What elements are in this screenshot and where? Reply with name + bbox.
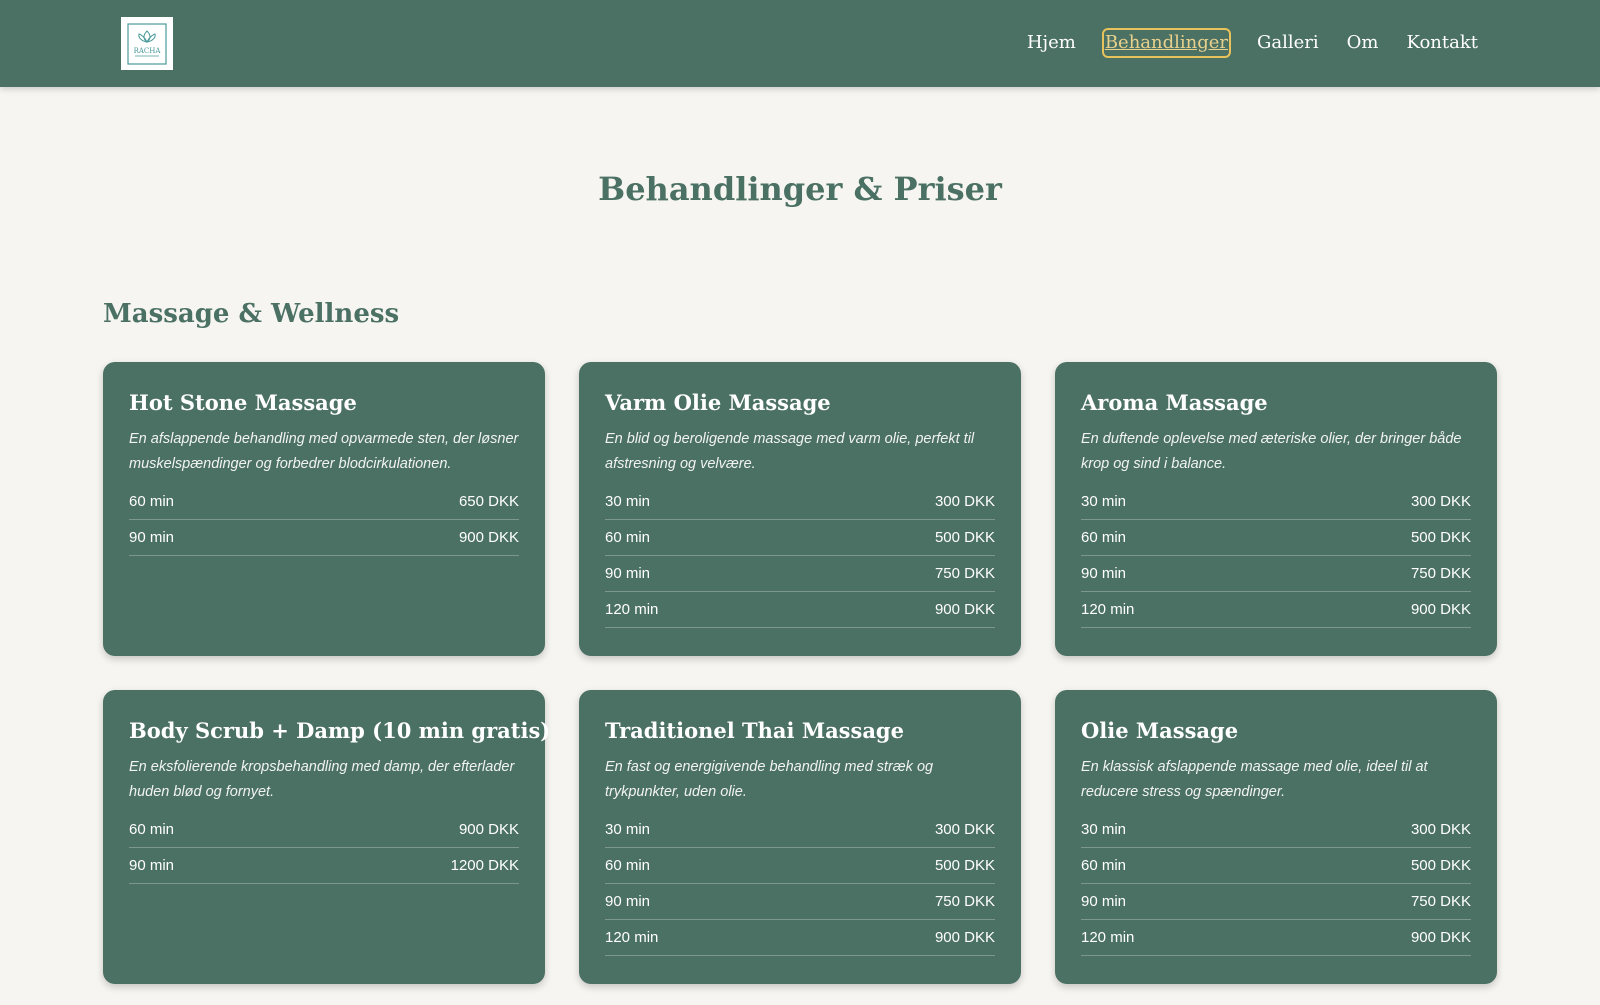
price: 300 DKK xyxy=(1410,821,1471,838)
duration: 60 min xyxy=(129,821,175,838)
duration: 60 min xyxy=(1081,857,1127,874)
section-title: Massage & Wellness xyxy=(103,299,400,329)
price-row: 120 min 900 DKK xyxy=(605,920,995,956)
price-list: 30 min 300 DKK 60 min 500 DKK 90 min 750… xyxy=(1081,812,1471,956)
price: 650 DKK xyxy=(458,493,519,510)
price: 500 DKK xyxy=(1410,529,1471,546)
price: 500 DKK xyxy=(934,857,995,874)
nav-link-behandlinger[interactable]: Behandlinger xyxy=(1101,28,1232,58)
duration: 60 min xyxy=(605,857,651,874)
duration: 90 min xyxy=(1081,565,1127,582)
price-row: 120 min 900 DKK xyxy=(1081,592,1471,628)
treatment-card: Body Scrub + Damp (10 min gratis) En eks… xyxy=(103,690,551,984)
treatment-title: Olie Massage xyxy=(1081,718,1239,743)
duration: 90 min xyxy=(129,529,175,546)
price-row: 90 min 750 DKK xyxy=(605,556,995,592)
nav-link-kontakt[interactable]: Kontakt xyxy=(1405,28,1481,58)
price: 1200 DKK xyxy=(450,857,519,874)
treatment-title: Body Scrub + Damp (10 min gratis) xyxy=(129,718,551,743)
price-list: 30 min 300 DKK 60 min 500 DKK 90 min 750… xyxy=(605,812,995,956)
duration: 120 min xyxy=(1081,601,1135,618)
treatment-description: En afslappende behandling med opvarmede … xyxy=(129,431,519,472)
price: 750 DKK xyxy=(1410,565,1471,582)
duration: 60 min xyxy=(605,529,651,546)
price-row: 120 min 900 DKK xyxy=(605,592,995,628)
price-row: 90 min 750 DKK xyxy=(1081,556,1471,592)
price: 500 DKK xyxy=(934,529,995,546)
duration: 60 min xyxy=(129,493,175,510)
price-row: 30 min 300 DKK xyxy=(1081,812,1471,848)
page-title: Behandlinger & Priser xyxy=(598,170,1002,208)
treatment-card: Hot Stone Massage En afslappende behandl… xyxy=(103,362,545,656)
nav-link-galleri[interactable]: Galleri xyxy=(1255,28,1321,58)
price-row: 60 min 500 DKK xyxy=(1081,520,1471,556)
duration: 30 min xyxy=(605,821,651,838)
price: 300 DKK xyxy=(1410,493,1471,510)
price-row: 90 min 750 DKK xyxy=(605,884,995,920)
treatment-title: Hot Stone Massage xyxy=(129,390,357,415)
duration: 30 min xyxy=(605,493,651,510)
treatment-description: En fast og energigivende behandling med … xyxy=(605,759,934,800)
price: 900 DKK xyxy=(934,929,995,946)
price: 900 DKK xyxy=(458,821,519,838)
treatment-description: En blid og beroligende massage med varm … xyxy=(605,431,975,472)
price: 900 DKK xyxy=(458,529,519,546)
price-row: 60 min 500 DKK xyxy=(1081,848,1471,884)
treatment-card: Aroma Massage En duftende oplevelse med … xyxy=(1055,362,1497,656)
price-row: 90 min 750 DKK xyxy=(1081,884,1471,920)
price: 750 DKK xyxy=(1410,893,1471,910)
treatment-description: En eksfolierende kropsbehandling med dam… xyxy=(129,759,515,800)
duration: 90 min xyxy=(605,565,651,582)
price-list: 60 min 900 DKK 90 min 1200 DKK xyxy=(129,812,519,884)
price-row: 120 min 900 DKK xyxy=(1081,920,1471,956)
price: 900 DKK xyxy=(1410,601,1471,618)
duration: 120 min xyxy=(605,601,659,618)
price-row: 30 min 300 DKK xyxy=(605,484,995,520)
main-nav: Hjem Behandlinger Galleri Om Kontakt xyxy=(1001,28,1480,58)
treatment-description: En klassisk afslappende massage med olie… xyxy=(1081,759,1428,800)
price-row: 90 min 1200 DKK xyxy=(129,848,519,884)
price: 900 DKK xyxy=(934,601,995,618)
treatment-title: Traditionel Thai Massage xyxy=(605,718,904,743)
nav-link-om[interactable]: Om xyxy=(1345,28,1381,58)
lotus-logo-icon: RACHA xyxy=(127,22,167,65)
duration: 120 min xyxy=(605,929,659,946)
price-row: 60 min 900 DKK xyxy=(129,812,519,848)
price-row: 90 min 900 DKK xyxy=(129,520,519,556)
treatment-card: Olie Massage En klassisk afslappende mas… xyxy=(1055,690,1497,984)
duration: 120 min xyxy=(1081,929,1135,946)
price: 300 DKK xyxy=(934,821,995,838)
treatment-description: En duftende oplevelse med æteriske olier… xyxy=(1081,431,1462,472)
treatment-card: Traditionel Thai Massage En fast og ener… xyxy=(579,690,1021,984)
logo-text: RACHA xyxy=(134,47,162,55)
price-row: 30 min 300 DKK xyxy=(605,812,995,848)
price: 500 DKK xyxy=(1410,857,1471,874)
nav-link-hjem[interactable]: Hjem xyxy=(1025,28,1078,58)
price-row: 60 min 650 DKK xyxy=(129,484,519,520)
price-list: 30 min 300 DKK 60 min 500 DKK 90 min 750… xyxy=(1081,484,1471,628)
price-row: 30 min 300 DKK xyxy=(1081,484,1471,520)
duration: 60 min xyxy=(1081,529,1127,546)
price: 750 DKK xyxy=(934,893,995,910)
duration: 90 min xyxy=(129,857,175,874)
logo[interactable]: RACHA xyxy=(121,17,173,70)
duration: 90 min xyxy=(605,893,651,910)
price: 300 DKK xyxy=(934,493,995,510)
price-list: 30 min 300 DKK 60 min 500 DKK 90 min 750… xyxy=(605,484,995,628)
price-list: 60 min 650 DKK 90 min 900 DKK xyxy=(129,484,519,556)
site-header: RACHA Hjem Behandlinger Galleri Om Konta… xyxy=(0,0,1600,87)
price: 900 DKK xyxy=(1410,929,1471,946)
treatment-title: Aroma Massage xyxy=(1081,390,1268,415)
price-row: 60 min 500 DKK xyxy=(605,848,995,884)
duration: 30 min xyxy=(1081,493,1127,510)
duration: 90 min xyxy=(1081,893,1127,910)
treatment-title: Varm Olie Massage xyxy=(605,390,831,415)
duration: 30 min xyxy=(1081,821,1127,838)
price-row: 60 min 500 DKK xyxy=(605,520,995,556)
treatment-card: Varm Olie Massage En blid og beroligende… xyxy=(579,362,1021,656)
price: 750 DKK xyxy=(934,565,995,582)
